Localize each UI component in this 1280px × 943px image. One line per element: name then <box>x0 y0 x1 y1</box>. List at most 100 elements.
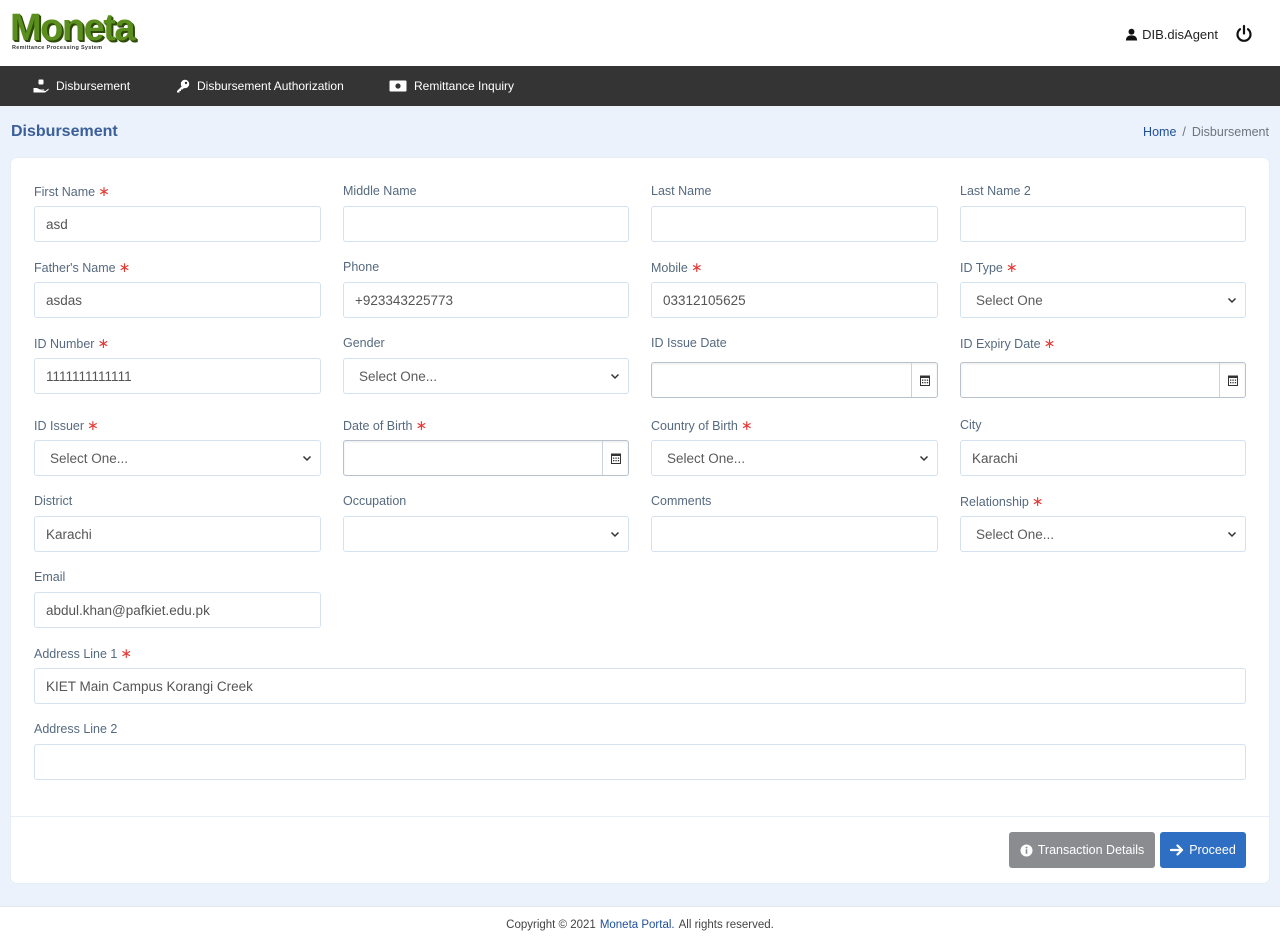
last-name-2-input[interactable] <box>960 206 1246 242</box>
id-type-select[interactable]: Select One <box>960 282 1246 318</box>
gender-selected: Select One... <box>359 368 438 384</box>
last-name-label: Last Name <box>651 184 712 198</box>
calendar-icon <box>919 375 930 386</box>
relationship-field: Relationship ∗ Select One... <box>960 493 1246 553</box>
datepicker-button[interactable] <box>911 363 937 397</box>
user-menu[interactable]: DIB.disAgent <box>1125 24 1254 44</box>
date-of-birth-input[interactable] <box>343 440 629 476</box>
key-icon <box>177 79 190 93</box>
address-line-1-field: Address Line 1 ∗ KIET Main Campus Korangi… <box>34 645 1246 705</box>
district-input[interactable]: Karachi <box>34 516 321 552</box>
user-icon <box>1126 28 1138 41</box>
moneta-logo[interactable]: Moneta Remittance Processing System <box>10 7 140 51</box>
country-of-birth-label: Country of Birth <box>651 419 738 433</box>
proceed-label: Proceed <box>1189 843 1236 857</box>
city-field: City Karachi <box>960 417 1246 477</box>
required-marker: ∗ <box>690 259 703 275</box>
calendar-icon <box>610 453 621 464</box>
page-footer: Copyright © 2021 Moneta Portal. All righ… <box>0 906 1280 943</box>
comments-input[interactable] <box>651 516 938 552</box>
comments-label: Comments <box>651 494 712 508</box>
email-field: Email abdul.khan@pafkiet.edu.pk <box>34 569 321 629</box>
district-label: District <box>34 494 73 508</box>
father-name-field: Father's Name ∗ asdas <box>34 259 321 319</box>
gender-select[interactable]: Select One... <box>343 358 629 394</box>
calendar-icon <box>1227 375 1238 386</box>
middle-name-label: Middle Name <box>343 184 417 198</box>
user-name: DIB.disAgent <box>1142 26 1218 42</box>
date-of-birth-label: Date of Birth <box>343 419 413 433</box>
first-name-input[interactable]: asd <box>34 206 321 242</box>
nav-item-disbursement[interactable]: Disbursement <box>33 66 130 106</box>
relationship-select[interactable]: Select One... <box>960 516 1246 552</box>
transaction-details-label: Transaction Details <box>1037 843 1145 857</box>
hand-holding-icon <box>33 79 49 93</box>
address-line-2-label: Address Line 2 <box>34 722 118 736</box>
phone-field: Phone +923343225773 <box>343 259 629 319</box>
nav-label: Disbursement <box>56 79 131 93</box>
id-expiry-date-input[interactable] <box>960 362 1246 398</box>
date-of-birth-field: Date of Birth ∗ <box>343 417 629 477</box>
chevron-down-icon <box>302 455 312 462</box>
middle-name-field: Middle Name <box>343 183 629 243</box>
breadcrumb: Home / Disbursement <box>1143 125 1269 139</box>
required-marker: ∗ <box>87 417 99 433</box>
relationship-selected: Select One... <box>976 526 1055 542</box>
arrow-right-icon <box>1170 844 1184 856</box>
id-number-input[interactable]: 1111111111111 <box>34 358 321 394</box>
id-issue-date-input[interactable] <box>651 362 938 398</box>
occupation-field: Occupation <box>343 493 629 553</box>
nav-item-disbursement-authorization[interactable]: Disbursement Authorization <box>176 66 344 106</box>
email-label: Email <box>34 570 66 584</box>
id-expiry-date-field: ID Expiry Date ∗ <box>960 335 1246 398</box>
rights-text: All rights reserved. <box>678 919 774 931</box>
id-expiry-date-label: ID Expiry Date <box>960 337 1041 351</box>
address-line-2-input[interactable] <box>34 744 1246 780</box>
relationship-label: Relationship <box>960 495 1029 509</box>
breadcrumb-separator: / <box>1182 125 1186 139</box>
nav-item-remittance-inquiry[interactable]: Remittance Inquiry <box>389 66 514 106</box>
chevron-down-icon <box>1227 531 1237 538</box>
occupation-select[interactable] <box>343 516 629 552</box>
last-name-2-field: Last Name 2 <box>960 183 1246 243</box>
address-line-1-input[interactable]: KIET Main Campus Korangi Creek <box>34 668 1246 704</box>
transaction-details-button[interactable]: Transaction Details <box>1009 832 1155 868</box>
top-header: Moneta Remittance Processing System DIB.… <box>0 0 1280 66</box>
chevron-down-icon <box>610 531 620 538</box>
power-icon[interactable] <box>1234 24 1254 44</box>
datepicker-button[interactable] <box>1219 363 1245 397</box>
required-marker: ∗ <box>98 183 110 199</box>
page-title: Disbursement <box>11 123 118 140</box>
required-marker: ∗ <box>97 335 110 351</box>
phone-input[interactable]: +923343225773 <box>343 282 629 318</box>
logo-wordmark: Moneta <box>10 7 136 49</box>
address-line-1-label: Address Line 1 <box>34 647 118 661</box>
occupation-label: Occupation <box>343 494 407 508</box>
city-input[interactable]: Karachi <box>960 440 1246 476</box>
id-issuer-selected: Select One... <box>50 450 129 466</box>
id-number-label: ID Number <box>34 337 95 351</box>
footer-brand-link[interactable]: Moneta Portal. <box>600 919 675 931</box>
money-bill-icon <box>389 80 407 92</box>
proceed-button[interactable]: Proceed <box>1160 832 1246 868</box>
footer-brand-text: Moneta Portal <box>599 919 672 931</box>
address-line-2-field: Address Line 2 <box>34 721 1246 781</box>
datepicker-button[interactable] <box>602 441 628 475</box>
main-nav: Disbursement Disbursement Authorization … <box>0 66 1280 106</box>
mobile-field: Mobile ∗ 03312105625 <box>651 259 938 319</box>
breadcrumb-home-link[interactable]: Home <box>1143 125 1176 139</box>
id-type-selected: Select One <box>976 292 1043 308</box>
id-issuer-select[interactable]: Select One... <box>34 440 321 476</box>
chevron-down-icon <box>1227 297 1237 304</box>
breadcrumb-current: Disbursement <box>1191 125 1269 139</box>
father-name-input[interactable]: asdas <box>34 282 321 318</box>
country-of-birth-select[interactable]: Select One... <box>651 440 938 476</box>
last-name-field: Last Name <box>651 183 938 243</box>
id-issue-date-field: ID Issue Date <box>651 335 938 398</box>
comments-field: Comments <box>651 493 938 553</box>
middle-name-input[interactable] <box>343 206 629 242</box>
mobile-input[interactable]: 03312105625 <box>651 282 938 318</box>
nav-label: Disbursement Authorization <box>197 79 344 93</box>
last-name-input[interactable] <box>651 206 938 242</box>
email-input[interactable]: abdul.khan@pafkiet.edu.pk <box>34 592 321 628</box>
